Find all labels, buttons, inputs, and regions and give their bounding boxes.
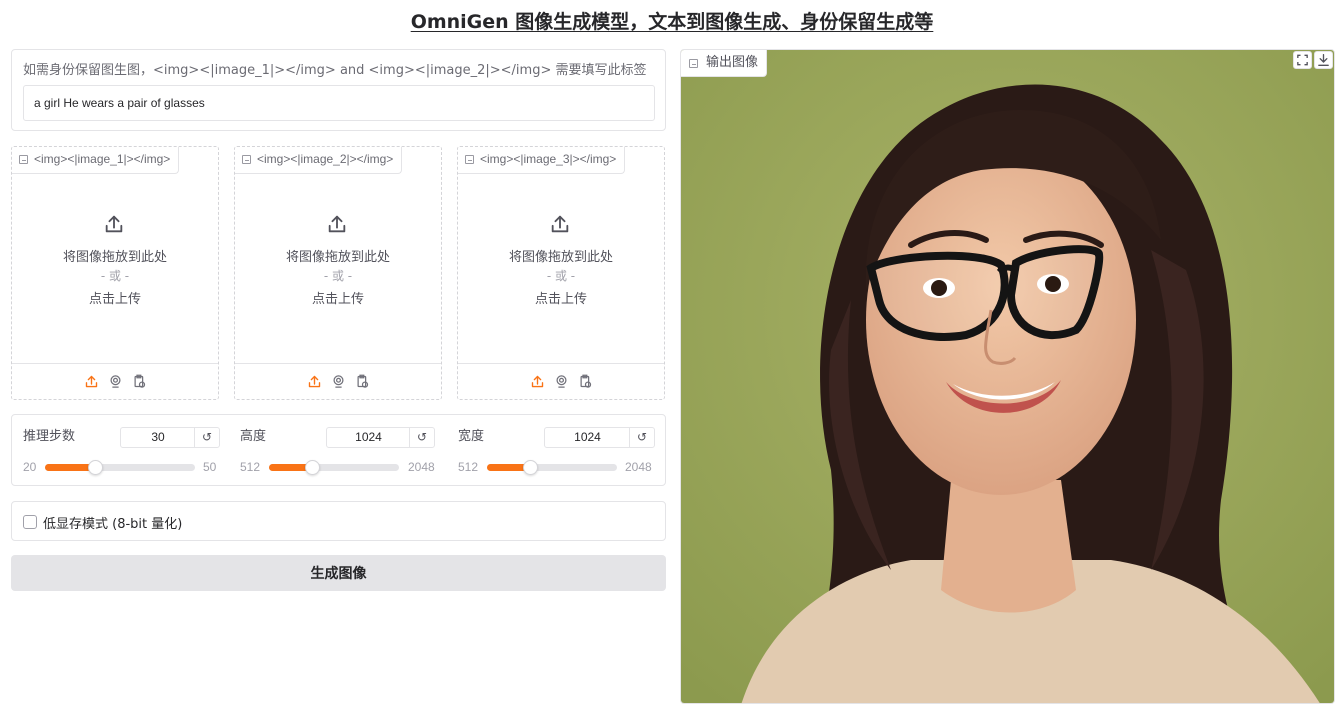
image-icon [19,155,28,164]
image-input-toolbar [235,363,441,399]
generate-button[interactable]: 生成图像 [11,555,666,591]
output-label: 输出图像 [681,50,768,77]
image-input-2[interactable]: <img><|image_2|></img> 将图像拖放到此处 - 或 - 点击… [234,146,442,400]
click-upload-text[interactable]: 点击上传 [12,288,218,307]
output-image [681,50,1334,703]
low-memory-label[interactable]: 低显存模式 (8-bit 量化) [43,513,182,532]
slider-thumb[interactable] [523,460,539,475]
image-input-tag: <img><|image_1|></img> [12,147,180,174]
output-toolbar [1292,50,1334,70]
drop-text: 将图像拖放到此处 [62,250,167,265]
steps-max: 50 [203,460,217,474]
prompt-panel: 如需身份保留图生图，<img><|image_1|></img> and <im… [11,49,666,131]
slider-thumb[interactable] [305,460,321,475]
width-number-input[interactable]: 1024 ↺ [544,427,655,448]
clipboard-icon[interactable] [132,374,147,389]
reset-icon[interactable]: ↺ [409,428,434,447]
drop-text: 将图像拖放到此处 [285,250,390,265]
prompt-label: 如需身份保留图生图，<img><|image_1|></img> and <im… [23,63,647,78]
upload-icon[interactable] [326,213,348,235]
download-icon[interactable] [1314,51,1333,69]
webcam-icon[interactable] [554,374,569,389]
clipboard-icon[interactable] [355,374,370,389]
slider-thumb[interactable] [87,460,103,475]
height-max: 2048 [408,460,435,474]
height-label: 高度 [240,429,267,444]
low-memory-panel: 低显存模式 (8-bit 量化) [11,501,666,541]
image-input-tag: <img><|image_2|></img> [235,147,403,174]
page-title: OmniGen 图像生成模型，文本到图像生成、身份保留生成等 [410,11,934,33]
low-memory-checkbox[interactable] [23,515,37,529]
image-input-tag: <img><|image_3|></img> [458,147,626,174]
image-input-toolbar [458,363,664,399]
upload-icon[interactable] [530,374,545,389]
steps-slider[interactable] [45,460,195,475]
fullscreen-icon[interactable] [1293,51,1312,69]
image-icon [242,155,251,164]
click-upload-text[interactable]: 点击上传 [235,288,441,307]
width-label: 宽度 [458,429,485,444]
image-input-toolbar [12,363,218,399]
or-text: - 或 - [100,269,130,283]
width-min: 512 [458,460,479,474]
clipboard-icon[interactable] [578,374,593,389]
height-slider[interactable] [269,460,399,475]
upload-icon[interactable] [84,374,99,389]
click-upload-text[interactable]: 点击上传 [458,288,664,307]
output-image-panel: 输出图像 [680,49,1335,704]
image-icon [689,59,698,68]
upload-icon[interactable] [103,213,125,235]
image-icon [465,155,474,164]
sliders-panel: 推理步数 30 ↺ 20 50 高度 1024 ↺ 512 2048 宽度 10… [11,414,666,486]
steps-min: 20 [23,460,37,474]
width-slider[interactable] [487,460,617,475]
image-input-1[interactable]: <img><|image_1|></img> 将图像拖放到此处 - 或 - 点击… [11,146,219,400]
height-min: 512 [240,460,261,474]
or-text: - 或 - [546,269,576,283]
upload-icon[interactable] [307,374,322,389]
reset-icon[interactable]: ↺ [629,428,654,447]
or-text: - 或 - [323,269,353,283]
webcam-icon[interactable] [331,374,346,389]
webcam-icon[interactable] [108,374,123,389]
upload-icon[interactable] [549,213,571,235]
reset-icon[interactable]: ↺ [194,428,219,447]
drop-text: 将图像拖放到此处 [508,250,613,265]
steps-number-input[interactable]: 30 ↺ [120,427,220,448]
prompt-input[interactable]: a girl He wears a pair of glasses [23,85,655,121]
width-max: 2048 [625,460,652,474]
height-number-input[interactable]: 1024 ↺ [326,427,435,448]
image-input-3[interactable]: <img><|image_3|></img> 将图像拖放到此处 - 或 - 点击… [457,146,665,400]
steps-label: 推理步数 [23,429,76,444]
